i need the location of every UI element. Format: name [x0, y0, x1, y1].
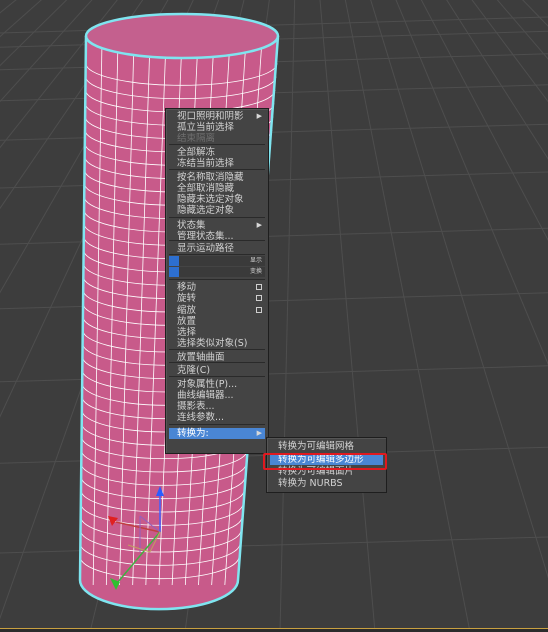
menu-item-label: 克隆(C) — [177, 365, 211, 376]
submenu-item[interactable]: 转换为 NURBS — [270, 478, 383, 489]
submenu-item[interactable]: 转换为可编辑网格 — [270, 441, 383, 452]
menu-item[interactable]: 连线参数... — [169, 412, 265, 423]
menu-item-label: 曲线编辑器... — [177, 390, 234, 401]
scene-canvas — [0, 0, 548, 632]
menu-item[interactable]: 显示运动路径 — [169, 243, 265, 254]
menu-item[interactable]: 克隆(C) — [169, 365, 265, 376]
slider-label: 显示 — [249, 257, 262, 264]
menu-item[interactable]: 视口照明和阴影 ▶ — [169, 111, 265, 122]
submenu-arrow-icon: ▶ — [256, 221, 262, 229]
menu-item[interactable]: 移动 — [169, 282, 265, 293]
grid-line — [0, 0, 10, 632]
submenu-arrow-icon: ▶ — [256, 429, 262, 437]
menu-item-label: 状态集 — [177, 220, 206, 231]
submenu-item-label: 转换为可编辑网格 — [278, 441, 355, 452]
menu-item-label: 缩放 — [177, 305, 197, 316]
menu-item-label: 对象属性(P)... — [177, 379, 238, 390]
menu-item-label: 旋转 — [177, 293, 197, 304]
grid-line — [279, 0, 296, 632]
menu-separator — [169, 217, 265, 218]
menu-item[interactable]: 放置 — [169, 316, 265, 327]
menu-item-label: 冻结当前选择 — [177, 158, 235, 169]
menu-item-label: 选择类似对象(S) — [177, 338, 248, 349]
menu-item-label: 孤立当前选择 — [177, 122, 235, 133]
highlight-annotation-box — [263, 453, 387, 470]
slider-label: 变换 — [249, 268, 262, 275]
menu-item-label: 摄影表... — [177, 401, 215, 412]
grid-line — [0, 171, 548, 189]
settings-box-icon[interactable] — [256, 295, 262, 301]
menu-item[interactable]: 状态集 ▶ — [169, 220, 265, 231]
menu-item-label: 放置轴曲面 — [177, 352, 225, 363]
menu-item-label: 结束隔离 — [177, 133, 216, 144]
menu-item[interactable]: 旋转 — [169, 293, 265, 304]
menu-item[interactable]: 转换为: ▶ — [169, 428, 265, 439]
menu-item[interactable]: 缩放 — [169, 305, 265, 316]
menu-item-label: 全部取消隐藏 — [177, 183, 235, 194]
menu-item[interactable]: 结束隔离 — [169, 133, 265, 144]
menu-item[interactable]: 隐藏选定对象 — [169, 205, 265, 216]
slider-fill — [169, 256, 179, 266]
menu-item[interactable]: 管理状态集... — [169, 231, 265, 242]
menu-item-label: 全部解冻 — [177, 147, 216, 158]
status-bar-edge — [0, 628, 548, 632]
menu-item-label: 选择 — [177, 327, 197, 338]
menu-item[interactable]: 摄影表... — [169, 401, 265, 412]
quad-context-menu: 视口照明和阴影 ▶ 孤立当前选择 结束隔离全部解冻 冻结当前选择 按名称取消隐藏 全部取消隐… — [165, 108, 269, 454]
menu-separator — [169, 424, 265, 425]
menu-item-label: 隐藏未选定对象 — [177, 194, 244, 205]
submenu-item-label: 转换为 NURBS — [278, 478, 343, 489]
menu-item-label: 管理状态集... — [177, 231, 234, 242]
menu-item[interactable]: 隐藏未选定对象 — [169, 194, 265, 205]
cylinder-top-cap — [84, 12, 280, 60]
menu-item[interactable]: 全部解冻 — [169, 147, 265, 158]
menu-item[interactable]: 选择类似对象(S) — [169, 338, 265, 349]
menu-separator — [169, 254, 265, 255]
menu-item[interactable]: 冻结当前选择 — [169, 158, 265, 169]
perspective-viewport[interactable]: 视口照明和阴影 ▶ 孤立当前选择 结束隔离全部解冻 冻结当前选择 按名称取消隐藏 全部取消隐… — [0, 0, 548, 632]
menu-item-label: 视口照明和阴影 — [177, 111, 244, 122]
menu-item[interactable]: 曲线编辑器... — [169, 390, 265, 401]
grid-line — [0, 0, 68, 67]
settings-box-icon[interactable] — [256, 284, 262, 290]
menu-item[interactable]: 对象属性(P)... — [169, 379, 265, 390]
grid-line — [0, 123, 548, 141]
menu-item-label: 连线参数... — [177, 412, 225, 423]
menu-slider-row[interactable]: 显示 — [169, 256, 265, 266]
menu-item-label: 转换为: — [177, 428, 209, 439]
menu-item-label: 放置 — [177, 316, 197, 327]
grid-line — [344, 0, 471, 632]
menu-separator — [169, 279, 265, 280]
menu-slider-row[interactable]: 变换 — [169, 267, 265, 277]
menu-separator — [169, 169, 265, 170]
grid-line — [0, 227, 548, 245]
slider-fill — [169, 267, 179, 277]
menu-separator — [169, 349, 265, 350]
menu-separator — [169, 376, 265, 377]
submenu-arrow-icon: ▶ — [256, 112, 262, 120]
menu-item[interactable]: 放置轴曲面 — [169, 352, 265, 363]
grid-line — [370, 0, 548, 579]
menu-item-label: 隐藏选定对象 — [177, 205, 235, 216]
menu-item[interactable]: 按名称取消隐藏 — [169, 172, 265, 183]
settings-box-icon[interactable] — [256, 307, 262, 313]
menu-item[interactable]: 选择 — [169, 327, 265, 338]
menu-item[interactable]: 全部取消隐藏 — [169, 183, 265, 194]
menu-item-label: 显示运动路径 — [177, 243, 235, 254]
menu-separator — [169, 144, 265, 145]
menu-item-label: 移动 — [177, 282, 197, 293]
grid-line — [319, 0, 376, 632]
menu-item[interactable]: 孤立当前选择 — [169, 122, 265, 133]
menu-item-label: 按名称取消隐藏 — [177, 172, 244, 183]
